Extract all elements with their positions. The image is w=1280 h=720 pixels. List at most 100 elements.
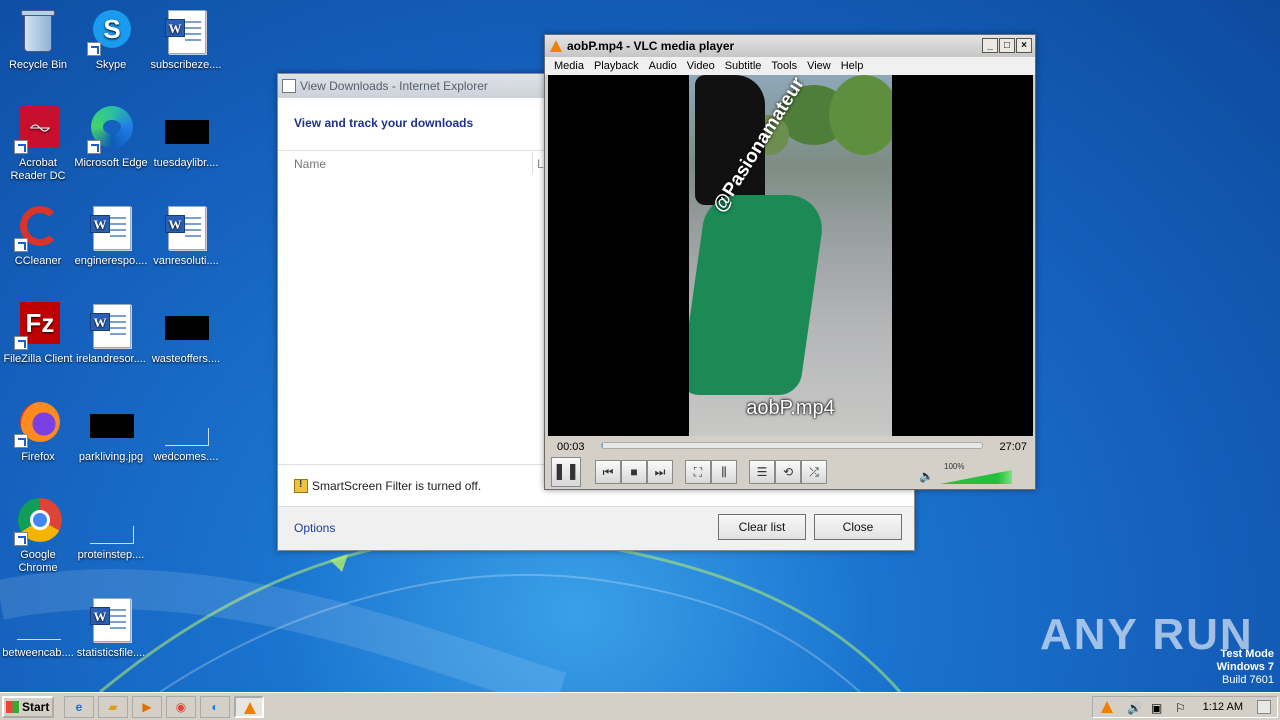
media-player-icon: ▶ <box>142 700 152 714</box>
volume-slider[interactable]: 100% <box>940 462 1014 484</box>
show-desktop-button[interactable] <box>1257 700 1271 714</box>
volume-percent: 100% <box>944 462 965 471</box>
volume-tray-icon[interactable]: 🔊 <box>1127 701 1142 715</box>
seek-progress <box>602 443 603 448</box>
desktop-icon-vanresoluti[interactable]: W vanresoluti.... <box>148 204 224 268</box>
desktop-icon-statisticsfile[interactable]: W statisticsfile.... <box>73 596 149 660</box>
next-button[interactable]: ⏭ <box>647 460 673 484</box>
desktop-icon-firefox[interactable]: Firefox <box>0 400 76 464</box>
shortcut-arrow-icon <box>14 532 28 546</box>
seek-bar[interactable] <box>601 442 983 449</box>
column-divider[interactable] <box>532 152 533 174</box>
desktop-icon-edge[interactable]: Microsoft Edge <box>73 106 149 170</box>
word-doc-icon: W <box>87 302 135 350</box>
desktop-icon-filezilla[interactable]: Fz FileZilla Client <box>0 302 76 366</box>
desktop-icon-chrome[interactable]: Google Chrome <box>0 498 76 575</box>
firefox-icon <box>14 400 62 448</box>
close-button[interactable]: Close <box>814 514 902 540</box>
vlc-window[interactable]: aobP.mp4 - VLC media player _ □ × Media … <box>544 34 1036 490</box>
ie-icon: e <box>75 700 83 714</box>
network-tray-icon[interactable]: ▣ <box>1151 701 1162 715</box>
taskbar-vlc[interactable] <box>234 696 264 718</box>
desktop-icon-enginerespo[interactable]: W enginerespo.... <box>73 204 149 268</box>
word-doc-icon: W <box>162 8 210 56</box>
taskbar-edge[interactable]: ◐ <box>200 696 230 718</box>
menu-video[interactable]: Video <box>682 57 720 75</box>
word-doc-icon: W <box>87 204 135 252</box>
test-mode-label: Test Mode <box>1220 648 1274 660</box>
system-tray: 🔊 ▣ ⚐ 1:12 AM <box>1092 696 1278 718</box>
vlc-menu-bar: Media Playback Audio Video Subtitle Tool… <box>545 57 1035 75</box>
menu-tools[interactable]: Tools <box>766 57 802 75</box>
maximize-button[interactable]: □ <box>999 38 1015 53</box>
menu-playback[interactable]: Playback <box>589 57 644 75</box>
previous-button[interactable]: ⏮ <box>595 460 621 484</box>
taskbar-explorer[interactable]: ▰ <box>98 696 128 718</box>
desktop-icon-wasteoffers[interactable]: wasteoffers.... <box>148 302 224 366</box>
chrome-icon: ◉ <box>175 700 187 714</box>
video-frame: @Pasionamateur <box>689 75 892 436</box>
file-icon <box>14 596 62 644</box>
recycle-bin-icon <box>14 8 62 56</box>
desktop-icon-recycle-bin[interactable]: Recycle Bin <box>0 8 76 72</box>
ie-window-icon <box>282 79 296 93</box>
ie-heading: View and track your downloads <box>294 116 474 130</box>
shortcut-arrow-icon <box>14 434 28 448</box>
menu-audio[interactable]: Audio <box>644 57 682 75</box>
window-close-button[interactable]: × <box>1016 38 1032 53</box>
vlc-cone-icon <box>550 40 562 52</box>
desktop-icon-acrobat[interactable]: ⏦ Acrobat Reader DC <box>0 106 76 183</box>
desktop-icon-subscribeze[interactable]: W subscribeze.... <box>148 8 224 72</box>
ccleaner-icon <box>14 204 62 252</box>
desktop-icon-tuesdaylibr[interactable]: tuesdaylibr.... <box>148 106 224 170</box>
desktop-icon-ccleaner[interactable]: CCleaner <box>0 204 76 268</box>
fullscreen-button[interactable]: ⛶ <box>685 460 711 484</box>
file-icon <box>162 302 210 350</box>
desktop-icon-proteinstep[interactable]: proteinstep.... <box>73 498 149 562</box>
loop-button[interactable]: ⟲ <box>775 460 801 484</box>
divider <box>278 150 545 151</box>
menu-help[interactable]: Help <box>836 57 869 75</box>
playlist-button[interactable]: ☰ <box>749 460 775 484</box>
vlc-title-bar[interactable]: aobP.mp4 - VLC media player _ □ × <box>545 35 1035 57</box>
total-time: 27:07 <box>999 441 1027 453</box>
desktop-icon-betweencab[interactable]: betweencab.... <box>0 596 76 660</box>
skype-icon: S <box>87 8 135 56</box>
vlc-tray-icon[interactable] <box>1101 701 1113 713</box>
column-header-location[interactable]: L <box>537 157 544 171</box>
shuffle-button[interactable]: ⤮ <box>801 460 827 484</box>
minimize-button[interactable]: _ <box>982 38 998 53</box>
folder-icon: ▰ <box>108 700 118 714</box>
desktop-icon-wedcomes[interactable]: wedcomes.... <box>148 400 224 464</box>
word-doc-icon: W <box>162 204 210 252</box>
windows-flag-icon <box>6 701 19 713</box>
menu-media[interactable]: Media <box>549 57 589 75</box>
clock[interactable]: 1:12 AM <box>1203 701 1243 713</box>
desktop-icon-parkliving[interactable]: parkliving.jpg <box>73 400 149 464</box>
pause-button[interactable]: ❚❚ <box>551 457 581 487</box>
video-area[interactable]: @Pasionamateur aobP.mp4 <box>548 75 1033 436</box>
file-icon <box>87 498 135 546</box>
shortcut-arrow-icon <box>14 238 28 252</box>
menu-view[interactable]: View <box>802 57 836 75</box>
options-link[interactable]: Options <box>294 521 335 535</box>
desktop-icon-irelandresor[interactable]: W irelandresor.... <box>73 302 149 366</box>
start-button[interactable]: Start <box>2 696 54 718</box>
smartscreen-notice: SmartScreen Filter is turned off. <box>294 479 481 493</box>
stop-button[interactable]: ■ <box>621 460 647 484</box>
video-title-overlay: aobP.mp4 <box>746 397 835 419</box>
taskbar: Start e ▰ ▶ ◉ ◐ 🔊 ▣ ⚐ 1:12 AM <box>0 692 1280 720</box>
column-header-name[interactable]: Name <box>294 157 326 171</box>
start-label: Start <box>22 700 50 714</box>
menu-subtitle[interactable]: Subtitle <box>720 57 767 75</box>
taskbar-ie[interactable]: e <box>64 696 94 718</box>
taskbar-media-player[interactable]: ▶ <box>132 696 162 718</box>
clear-list-button[interactable]: Clear list <box>718 514 806 540</box>
flag-tray-icon[interactable]: ⚐ <box>1175 701 1186 715</box>
extended-settings-button[interactable]: ⫼ <box>711 460 737 484</box>
speaker-icon[interactable]: 🔈 <box>919 469 934 483</box>
taskbar-chrome[interactable]: ◉ <box>166 696 196 718</box>
vlc-title: aobP.mp4 - VLC media player <box>567 39 735 53</box>
desktop-icon-skype[interactable]: S Skype <box>73 8 149 72</box>
control-bar: ❚❚ ⏮ ■ ⏭ ⛶ ⫼ ☰ ⟲ ⤮ 🔈 100% <box>545 457 1035 489</box>
